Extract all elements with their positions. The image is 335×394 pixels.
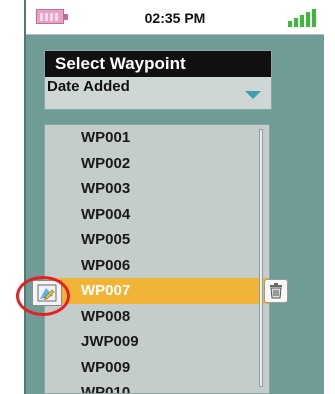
sort-dropdown[interactable]: Select Waypoint Date Added bbox=[44, 50, 272, 110]
clock: 02:35 PM bbox=[144, 10, 206, 26]
list-item[interactable]: WP010 bbox=[45, 380, 269, 393]
list-item[interactable]: WP008 bbox=[45, 304, 269, 330]
list-item[interactable]: WP006 bbox=[45, 253, 269, 279]
waypoint-list: WP001 WP002 WP003 WP004 WP005 WP006 WP00… bbox=[44, 124, 270, 394]
list-item[interactable]: JWP009 bbox=[45, 329, 269, 355]
trash-icon[interactable] bbox=[264, 279, 288, 303]
list-item[interactable]: WP005 bbox=[45, 227, 269, 253]
list-item[interactable]: WP002 bbox=[45, 151, 269, 177]
scrollbar[interactable] bbox=[259, 129, 263, 387]
chevron-down-icon[interactable] bbox=[245, 91, 261, 99]
list-item[interactable]: WP003 bbox=[45, 176, 269, 202]
highlight-ring bbox=[16, 276, 70, 316]
dropdown-value: Date Added bbox=[47, 78, 130, 95]
dropdown-title: Select Waypoint bbox=[45, 51, 271, 77]
list-item[interactable]: WP009 bbox=[45, 355, 269, 381]
signal-strength-icon bbox=[288, 9, 316, 27]
status-bar: 02:35 PM bbox=[26, 0, 324, 35]
list-item[interactable]: WP001 bbox=[45, 125, 269, 151]
list-item-selected[interactable]: WP007 bbox=[45, 278, 269, 304]
list-item[interactable]: WP004 bbox=[45, 202, 269, 228]
